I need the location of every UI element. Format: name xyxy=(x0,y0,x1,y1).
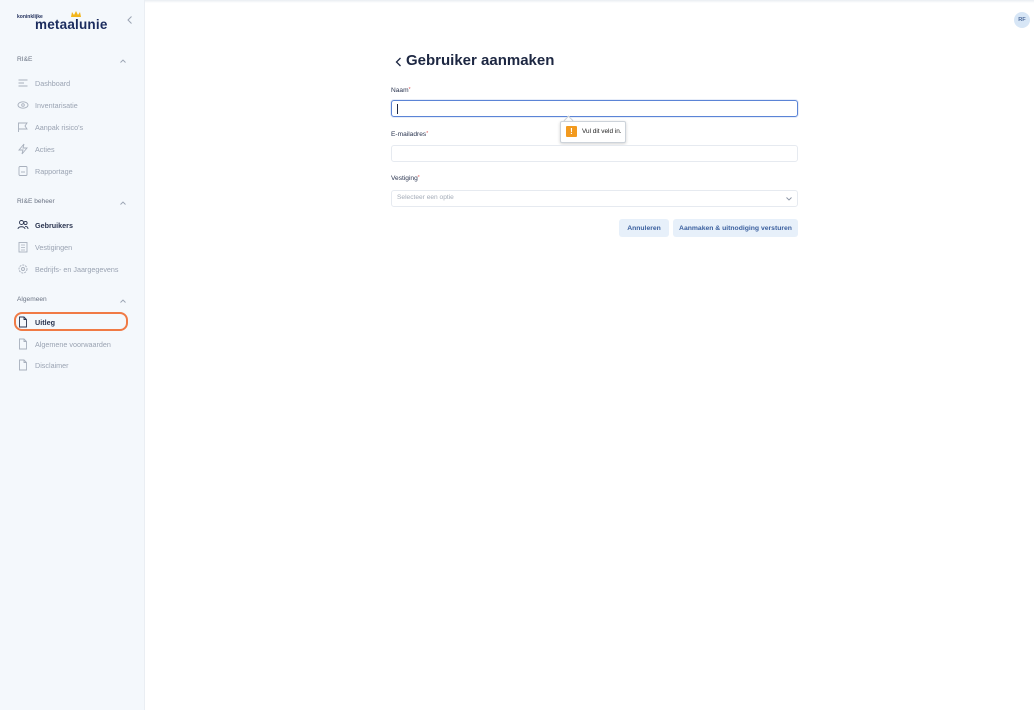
back-chevron-icon[interactable] xyxy=(394,56,404,68)
sidebar-item-bedrijfs-en-jaargegevens[interactable]: Bedrijfs- en Jaargegevens xyxy=(17,263,141,277)
collapse-sidebar-icon[interactable] xyxy=(124,14,136,26)
validation-tooltip: ! Vul dit veld in. xyxy=(560,121,626,143)
users-icon xyxy=(17,220,29,230)
document-icon xyxy=(19,359,27,371)
validation-message: Vul dit veld in. xyxy=(582,128,622,135)
email-label-text: E-mailadres xyxy=(391,131,427,138)
building-icon xyxy=(18,242,28,253)
section-title: Algemeen xyxy=(17,296,47,303)
sidebar-item-rapportage[interactable]: Rapportage xyxy=(17,165,141,179)
sidebar-item-gebruikers[interactable]: Gebruikers xyxy=(17,219,141,233)
metaalunie-logo[interactable]: koninklijke metaalunie xyxy=(17,11,117,34)
sidebar-item-label: Rapportage xyxy=(35,167,73,176)
name-label: Naam* xyxy=(391,87,411,94)
sidebar-item-label: Vestigingen xyxy=(35,243,73,252)
sidebar-item-inventarisatie[interactable]: Inventarisatie xyxy=(17,99,141,113)
chevron-down-icon[interactable] xyxy=(785,196,793,202)
branch-label-text: Vestiging xyxy=(391,175,418,182)
create-and-invite-button[interactable]: Aanmaken & uitnodiging versturen xyxy=(673,219,798,237)
highlight-ring xyxy=(14,312,128,331)
sidebar-item-disclaimer[interactable]: Disclaimer xyxy=(17,359,141,373)
sidebar-item-label: Inventarisatie xyxy=(35,101,78,110)
flag-icon xyxy=(18,122,28,132)
eye-icon xyxy=(17,101,29,109)
name-label-text: Naam xyxy=(391,87,409,94)
top-bar xyxy=(0,0,1034,3)
section-header-rie-beheer[interactable]: RI&E beheer xyxy=(17,198,127,210)
sidebar-item-label: Gebruikers xyxy=(35,221,73,230)
section-title: RI&E xyxy=(17,56,33,63)
branch-select-placeholder: Selecteer een optie xyxy=(397,194,454,201)
sidebar-item-acties[interactable]: Acties xyxy=(17,143,141,157)
sidebar-item-label: Disclaimer xyxy=(35,361,69,370)
required-mark: * xyxy=(426,131,429,137)
chevron-up-icon xyxy=(120,299,126,303)
sidebar-item-label: Acties xyxy=(35,145,55,154)
chevron-up-icon xyxy=(120,59,126,63)
required-mark: * xyxy=(417,175,420,181)
section-header-rie[interactable]: RI&E xyxy=(17,56,127,68)
lightning-icon xyxy=(18,143,28,155)
branch-label: Vestiging* xyxy=(391,175,420,182)
section-title: RI&E beheer xyxy=(17,198,55,205)
name-input[interactable] xyxy=(391,100,798,117)
sidebar: koninklijke metaalunie RI&E Dashboard In… xyxy=(0,0,145,710)
sidebar-item-vestigingen[interactable]: Vestigingen xyxy=(17,241,141,255)
list-icon xyxy=(18,79,28,87)
sidebar-item-label: Algemene voorwaarden xyxy=(35,340,111,349)
email-input[interactable] xyxy=(391,145,798,162)
email-label: E-mailadres* xyxy=(391,131,428,138)
gear-icon xyxy=(18,264,28,274)
sidebar-item-algemene-voorwaarden[interactable]: Algemene voorwaarden xyxy=(17,338,141,352)
sidebar-item-label: Dashboard xyxy=(35,79,71,88)
sidebar-item-aanpak-risicos[interactable]: Aanpak risico's xyxy=(17,121,141,135)
cancel-button[interactable]: Annuleren xyxy=(619,219,669,237)
document-icon xyxy=(19,338,27,350)
logo-name: metaalunie xyxy=(35,17,108,32)
report-icon xyxy=(18,166,28,176)
avatar[interactable]: RF xyxy=(1014,12,1030,28)
chevron-up-icon xyxy=(120,201,126,205)
page-title: Gebruiker aanmaken xyxy=(406,52,555,69)
text-caret xyxy=(397,104,398,114)
sidebar-item-dashboard[interactable]: Dashboard xyxy=(17,77,141,91)
sidebar-item-label: Aanpak risico's xyxy=(35,123,84,132)
warning-icon: ! xyxy=(566,126,577,137)
sidebar-item-label: Bedrijfs- en Jaargegevens xyxy=(35,265,119,274)
required-mark: * xyxy=(408,87,411,93)
section-header-algemeen[interactable]: Algemeen xyxy=(17,296,127,308)
